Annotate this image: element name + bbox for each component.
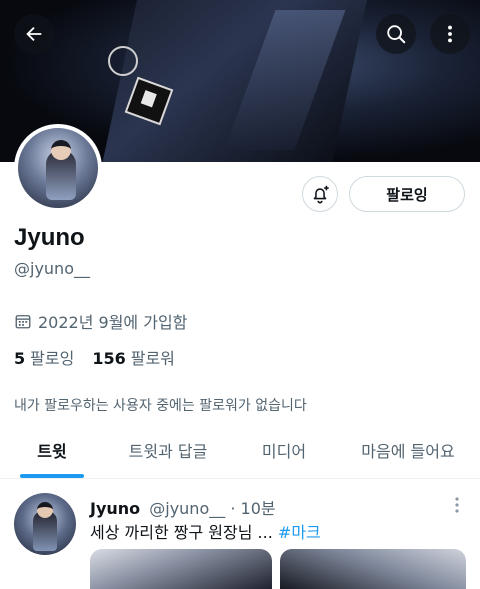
tweet-item[interactable]: Jyuno @jyuno__ · 10분 세상 까리한 짱구 원장님 ... #…	[0, 479, 480, 589]
tweet-more-button[interactable]	[450, 495, 464, 515]
search-icon	[387, 25, 406, 44]
calendar-icon	[15, 315, 31, 329]
avatar-head	[51, 140, 71, 160]
notify-button[interactable]	[302, 176, 338, 212]
followers-count: 156	[92, 349, 126, 368]
tweet-media-image[interactable]	[280, 549, 466, 589]
tab-tweets-label: 트윗	[37, 442, 67, 461]
following-count: 5	[14, 349, 26, 368]
following-button[interactable]: 팔로잉	[349, 176, 465, 212]
following-label: 팔로잉	[30, 349, 75, 368]
tweet-header: Jyuno @jyuno__ · 10분	[90, 495, 276, 519]
more-vertical-icon	[455, 497, 459, 513]
profile-tabs: 트윗 트윗과 답글 미디어 마음에 들어요	[0, 430, 480, 479]
profile-avatar[interactable]	[14, 124, 102, 212]
banner-ring-detail	[108, 46, 138, 76]
tweet-separator: ·	[230, 499, 236, 518]
tweet-author-handle[interactable]: @jyuno__	[149, 499, 225, 518]
tab-tweets[interactable]: 트윗	[20, 430, 84, 478]
tweet-body: 세상 까리한 짱구 원장님 ...	[90, 523, 273, 542]
more-options-button[interactable]	[430, 14, 470, 54]
joined-date-text: 2022년 9월에 가입함	[38, 313, 188, 332]
tweet-media-image[interactable]	[90, 549, 272, 589]
followers-you-know: 내가 팔로우하는 사용자 중에는 팔로워가 없습니다	[14, 398, 307, 414]
active-tab-indicator	[20, 474, 84, 478]
more-vertical-icon	[448, 25, 452, 43]
tab-media[interactable]: 미디어	[252, 430, 316, 478]
tab-replies-label: 트윗과 답글	[128, 442, 208, 461]
tab-likes-label: 마음에 들어요	[361, 442, 455, 461]
joined-date: 2022년 9월에 가입함	[14, 309, 187, 333]
tab-likes[interactable]: 마음에 들어요	[350, 430, 466, 478]
tweet-hashtag[interactable]: #마크	[278, 523, 321, 542]
following-count-link[interactable]: 5 팔로잉	[14, 345, 74, 369]
tab-tweets-and-replies[interactable]: 트윗과 답글	[118, 430, 218, 478]
tab-media-label: 미디어	[261, 442, 307, 461]
tweet-avatar-head	[37, 502, 53, 518]
profile-handle: @jyuno__	[14, 259, 90, 278]
search-button[interactable]	[376, 14, 416, 54]
bell-plus-icon	[313, 185, 329, 204]
tweet-author-name[interactable]: Jyuno	[90, 499, 140, 518]
followers-count-link[interactable]: 156 팔로워	[92, 345, 175, 369]
back-button[interactable]	[14, 14, 54, 54]
tweet-author-avatar[interactable]	[14, 493, 76, 555]
followers-label: 팔로워	[130, 349, 175, 368]
profile-name: Jyuno	[14, 224, 85, 251]
tweet-time[interactable]: 10분	[241, 499, 276, 518]
arrow-left-icon	[26, 26, 42, 42]
tweet-text: 세상 까리한 짱구 원장님 ... #마크	[90, 519, 321, 543]
profile-stats: 5 팔로잉 156 팔로워	[14, 345, 175, 369]
